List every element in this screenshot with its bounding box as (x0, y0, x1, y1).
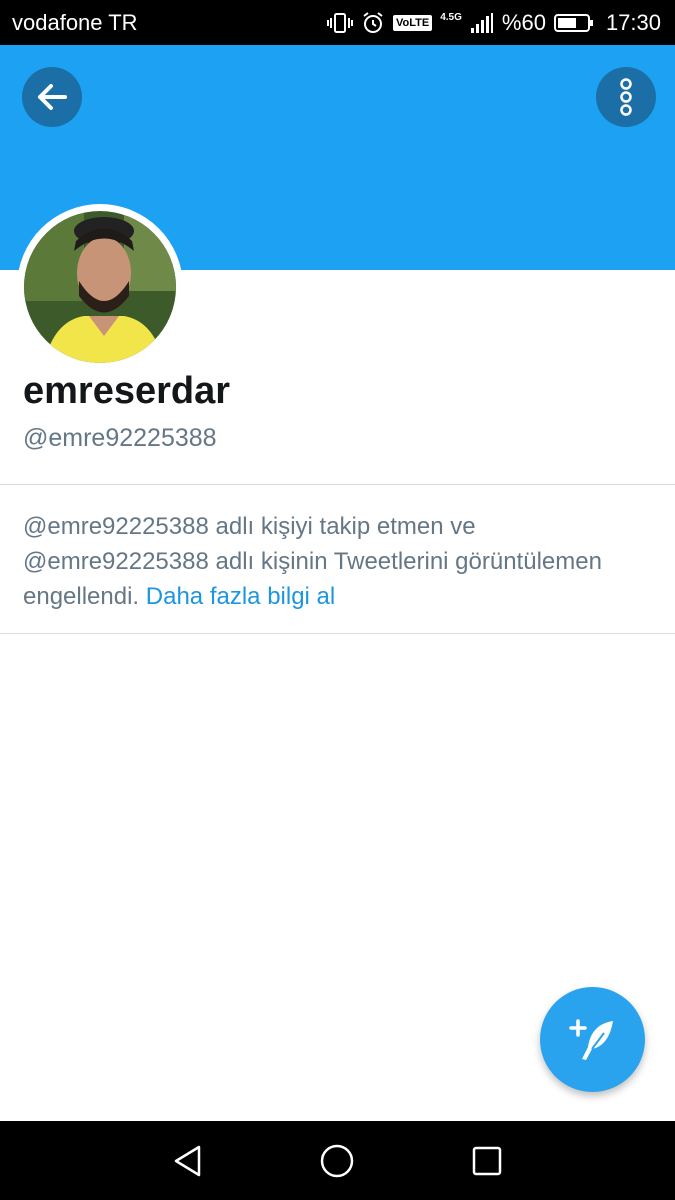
nav-home-button[interactable] (317, 1141, 357, 1181)
nav-recent-apps-button[interactable] (467, 1141, 507, 1181)
status-icons: VoLTE 4.5G %60 17:30 (327, 8, 661, 38)
username-handle: @emre92225388 (23, 424, 217, 452)
vibrate-icon (327, 11, 353, 35)
profile-screen: vodafone TR VoLTE 4.5G %60 17:30 emreser… (0, 0, 675, 1200)
avatar-photo (24, 211, 176, 363)
avatar[interactable] (17, 204, 183, 370)
battery-icon (553, 13, 594, 33)
more-vertical-icon (620, 78, 632, 116)
battery-percent: %60 (501, 10, 546, 35)
nav-back-button[interactable] (168, 1141, 208, 1181)
status-bar: vodafone TR VoLTE 4.5G %60 17:30 (0, 0, 675, 45)
carrier-name: vodafone TR (12, 10, 138, 35)
display-name: emreserdar (23, 370, 231, 412)
learn-more-link[interactable]: Daha fazla bilgi al (146, 583, 335, 610)
nav-recent-icon (472, 1146, 502, 1176)
clock: 17:30 (605, 10, 661, 35)
compose-tweet-button[interactable] (540, 987, 645, 1092)
blocked-notice: @emre92225388 adlı kişiyi takip etmen ve… (23, 509, 653, 614)
back-button[interactable] (22, 67, 82, 127)
nav-home-icon (320, 1144, 354, 1178)
system-navigation-bar (0, 1121, 675, 1200)
alarm-icon (361, 11, 385, 35)
arrow-left-icon (38, 84, 67, 110)
network-type: 4.5G (440, 12, 462, 23)
nav-back-icon (174, 1145, 201, 1177)
compose-tweet-icon (568, 1018, 613, 1060)
volte-icon: VoLTE (393, 15, 433, 31)
signal-icon (470, 12, 494, 34)
more-options-button[interactable] (596, 67, 656, 127)
divider (0, 484, 675, 485)
divider (0, 633, 675, 634)
